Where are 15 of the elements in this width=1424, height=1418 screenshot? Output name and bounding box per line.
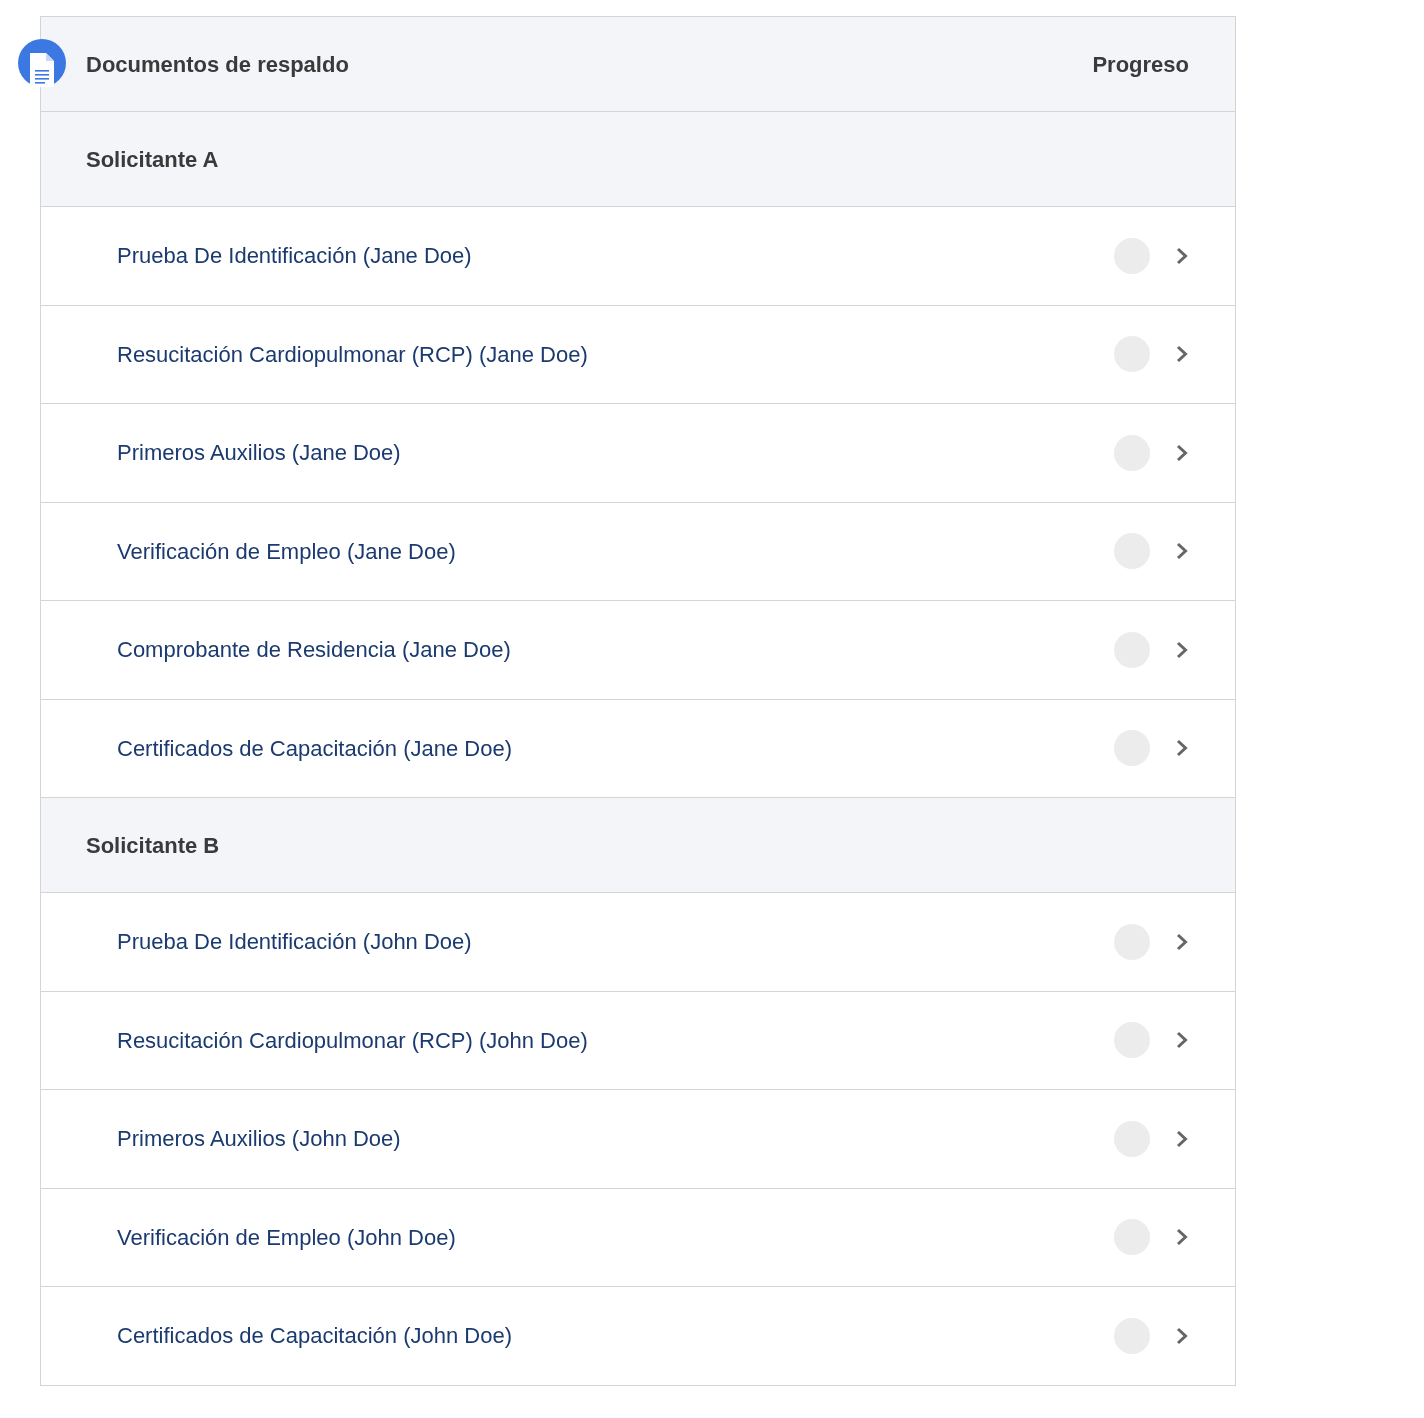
chevron-right-icon xyxy=(1176,640,1188,659)
applicant-title: Solicitante B xyxy=(86,831,220,860)
card-title: Documentos de respaldo xyxy=(86,50,349,79)
applicant-title: Solicitante A xyxy=(86,145,219,174)
chevron-right-icon xyxy=(1176,1031,1188,1050)
chevron-right-icon xyxy=(1176,739,1188,758)
chevron-right-icon xyxy=(1176,345,1188,364)
chevron-right-icon xyxy=(1176,246,1188,265)
chevron-right-icon xyxy=(1176,542,1188,561)
progress-column-label: Progreso xyxy=(1092,50,1189,79)
chevron-right-icon xyxy=(1176,1129,1188,1148)
chevron-right-icon xyxy=(1176,1228,1188,1247)
chevron-right-icon xyxy=(1176,932,1188,951)
chevron-right-icon xyxy=(1176,443,1188,462)
chevron-right-icon xyxy=(1176,1326,1188,1345)
